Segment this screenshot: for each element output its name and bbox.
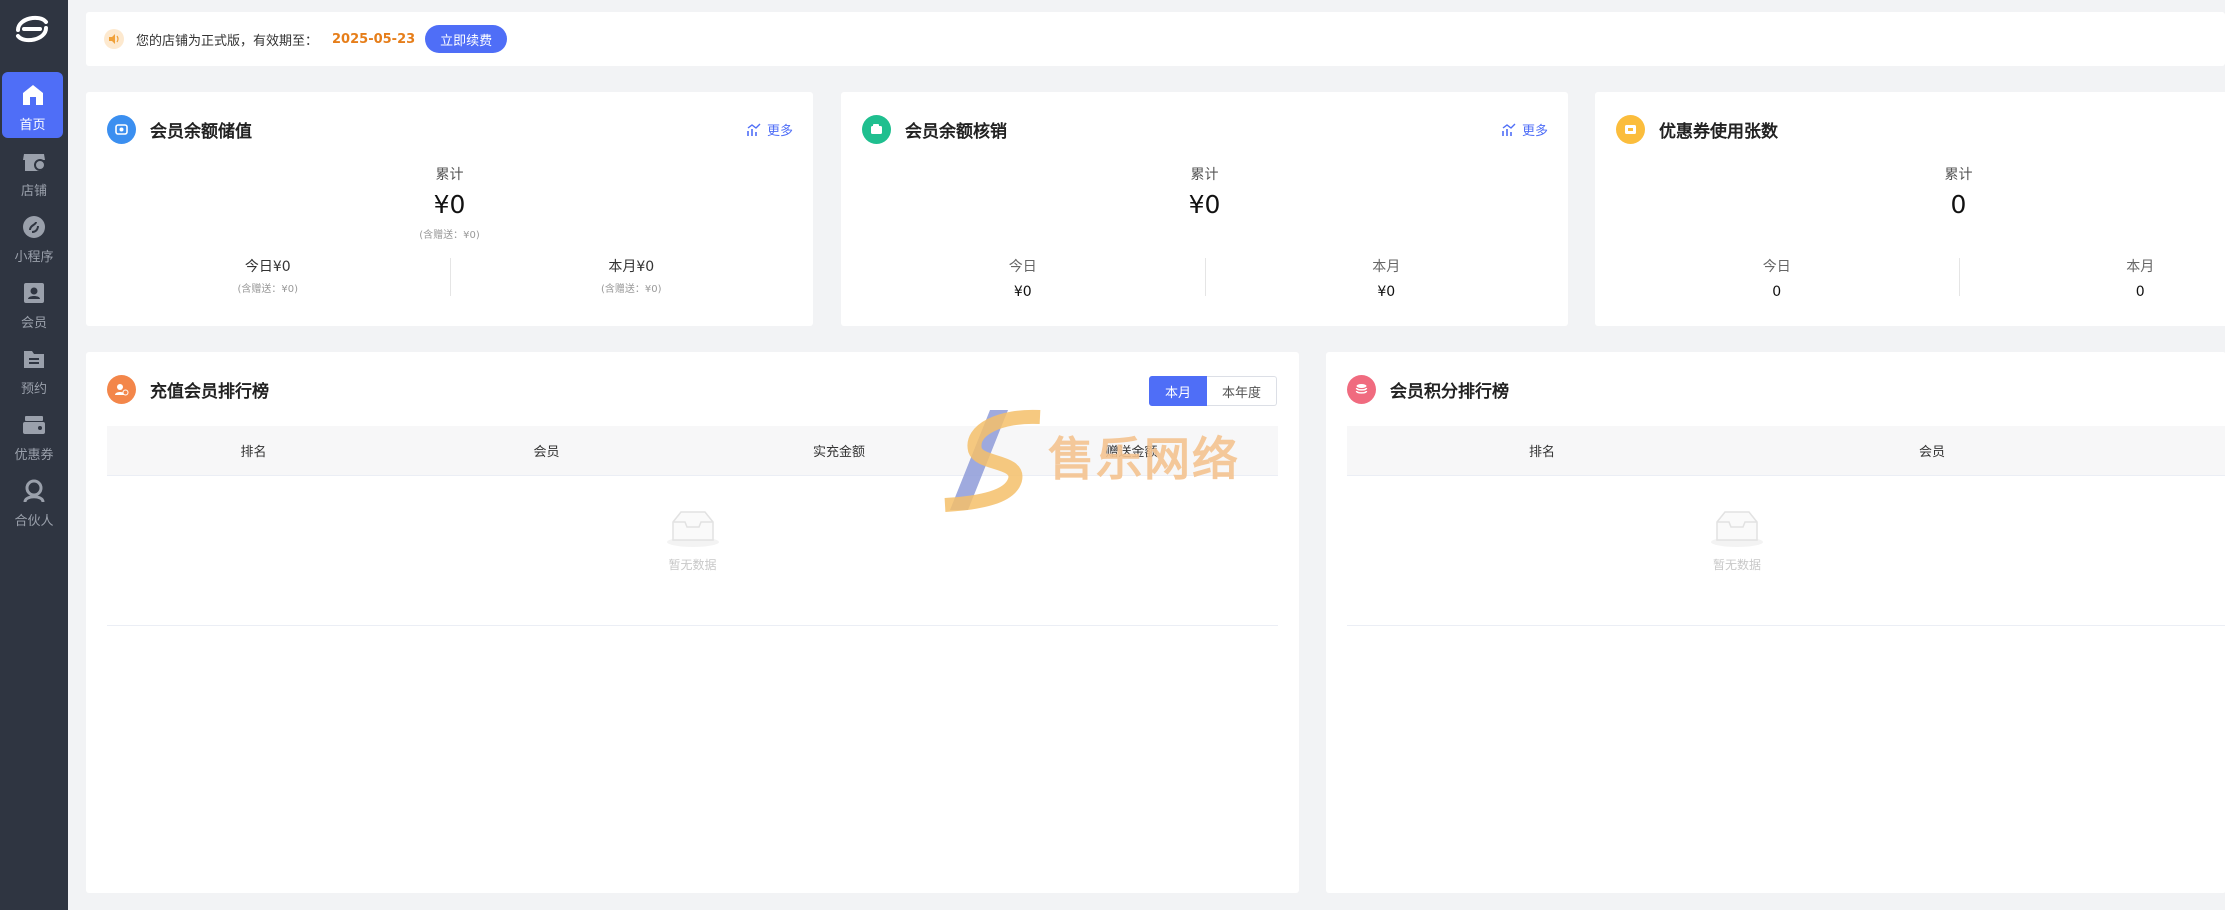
expiry-date: 2025-05-23 <box>332 31 416 47</box>
chart-trend-icon <box>1502 123 1516 136</box>
sidebar-item-label: 小程序 <box>14 250 54 265</box>
tab-this-month[interactable]: 本月 <box>1148 376 1207 406</box>
column-header: 实充金额 <box>812 445 865 460</box>
empty-text: 暂无数据 <box>1712 558 1761 572</box>
more-link[interactable]: 更多 <box>747 120 793 139</box>
recharge-ranking-card: 充值会员排行榜 本月 本年度 排名 会员 实充金额 赠送金额 暂无数据 <box>86 352 1299 893</box>
sidebar-item-label: 首页 <box>19 118 46 133</box>
sidebar-item-store[interactable]: 店铺 <box>0 138 68 204</box>
cumulative-sub: (含赠送：¥0) <box>419 230 480 241</box>
more-label: 更多 <box>766 124 793 139</box>
more-label: 更多 <box>1521 124 1548 139</box>
more-link[interactable]: 更多 <box>1502 120 1548 139</box>
month-value: 本月¥0 <box>608 259 655 275</box>
empty-state: 暂无数据 <box>107 476 1278 626</box>
today-label: 今日 <box>1008 259 1037 275</box>
wallet-icon <box>862 115 891 144</box>
column-header: 赠送金额 <box>1105 445 1158 460</box>
sidebar-item-partner[interactable]: 合伙人 <box>0 468 68 534</box>
table-header: 排名 会员 <box>1347 426 2225 476</box>
points-icon <box>1347 375 1376 404</box>
stat-card-coupon-usage: 优惠券使用张数 累计 0 今日 0 本月 0 <box>1595 92 2225 326</box>
card-title: 会员余额储值 <box>150 122 252 142</box>
empty-box-icon <box>666 511 719 547</box>
month-sub: (含赠送：¥0) <box>600 284 662 295</box>
today-sub: (含赠送：¥0) <box>237 284 299 295</box>
home-icon <box>22 85 43 105</box>
sidebar-item-label: 预约 <box>20 382 47 397</box>
month-value: ¥0 <box>1377 284 1396 300</box>
partner-icon <box>23 479 45 503</box>
cumulative-label: 累计 <box>1190 167 1219 183</box>
sidebar-item-label: 店铺 <box>20 184 47 199</box>
ranking-icon <box>107 375 136 404</box>
sidebar-item-coupon[interactable]: 优惠券 <box>0 402 68 468</box>
today-value: 0 <box>1772 284 1782 300</box>
notice-bar: 您的店铺为正式版，有效期至： 2025-05-23 立即续费 <box>86 12 2225 66</box>
sidebar-item-home[interactable]: 首页 <box>2 72 63 138</box>
card-title: 会员余额核销 <box>905 122 1007 142</box>
cumulative-value: ¥0 <box>433 190 466 219</box>
points-ranking-card: 会员积分排行榜 排名 会员 暂无数据 <box>1326 352 2225 893</box>
month-label: 本月 <box>1372 259 1401 275</box>
column-header: 会员 <box>533 445 560 460</box>
sidebar-item-mini-program[interactable]: 小程序 <box>0 204 68 270</box>
sidebar-item-label: 优惠券 <box>14 448 54 463</box>
chart-trend-icon <box>747 123 761 136</box>
today-label: 今日 <box>1762 259 1791 275</box>
member-icon <box>24 283 44 303</box>
stat-card-balance-recharge: 会员余额储值 更多 累计 ¥0 (含赠送：¥0) 今日¥0 (含赠送：¥0) 本… <box>86 92 813 326</box>
card-title: 优惠券使用张数 <box>1659 122 1778 142</box>
cumulative-label: 累计 <box>1944 167 1973 183</box>
appointment-icon <box>24 351 44 368</box>
today-value: 今日¥0 <box>244 259 291 275</box>
coupon-icon <box>23 416 45 434</box>
empty-text: 暂无数据 <box>668 558 717 572</box>
coupon-icon <box>1616 115 1645 144</box>
empty-box-icon <box>1711 511 1763 547</box>
cumulative-value: ¥0 <box>1188 190 1221 219</box>
card-title: 会员积分排行榜 <box>1390 382 1509 402</box>
sidebar-item-member[interactable]: 会员 <box>0 270 68 336</box>
empty-state: 暂无数据 <box>1347 476 2225 626</box>
sidebar-item-label: 合伙人 <box>14 514 54 529</box>
month-label: 本月 <box>2126 259 2155 275</box>
store-icon <box>23 154 46 171</box>
tab-this-year[interactable]: 本年度 <box>1206 376 1277 406</box>
today-value: ¥0 <box>1013 284 1032 300</box>
mini-program-icon <box>23 216 45 238</box>
recharge-icon <box>107 115 136 144</box>
column-header: 排名 <box>240 445 267 460</box>
column-header: 会员 <box>1918 445 1945 460</box>
column-header: 排名 <box>1528 445 1555 460</box>
sidebar-item-label: 会员 <box>20 316 47 331</box>
month-value: 0 <box>2135 284 2145 300</box>
cumulative-label: 累计 <box>435 167 464 183</box>
cumulative-value: 0 <box>1950 190 1967 219</box>
speaker-icon <box>104 29 124 49</box>
app-logo-icon[interactable] <box>10 10 54 48</box>
stat-card-balance-writeoff: 会员余额核销 更多 累计 ¥0 今日 ¥0 本月 ¥0 <box>841 92 1568 326</box>
renew-button[interactable]: 立即续费 <box>425 25 508 53</box>
notice-message: 您的店铺为正式版，有效期至： <box>136 33 319 49</box>
card-title: 充值会员排行榜 <box>150 382 269 402</box>
sidebar: 首页 店铺 小程序 会员 预约 优惠券 合伙人 <box>0 0 68 910</box>
period-tabs: 本月 本年度 <box>1148 376 1277 406</box>
table-header: 排名 会员 实充金额 赠送金额 <box>107 426 1278 476</box>
sidebar-item-appointment[interactable]: 预约 <box>0 336 68 402</box>
